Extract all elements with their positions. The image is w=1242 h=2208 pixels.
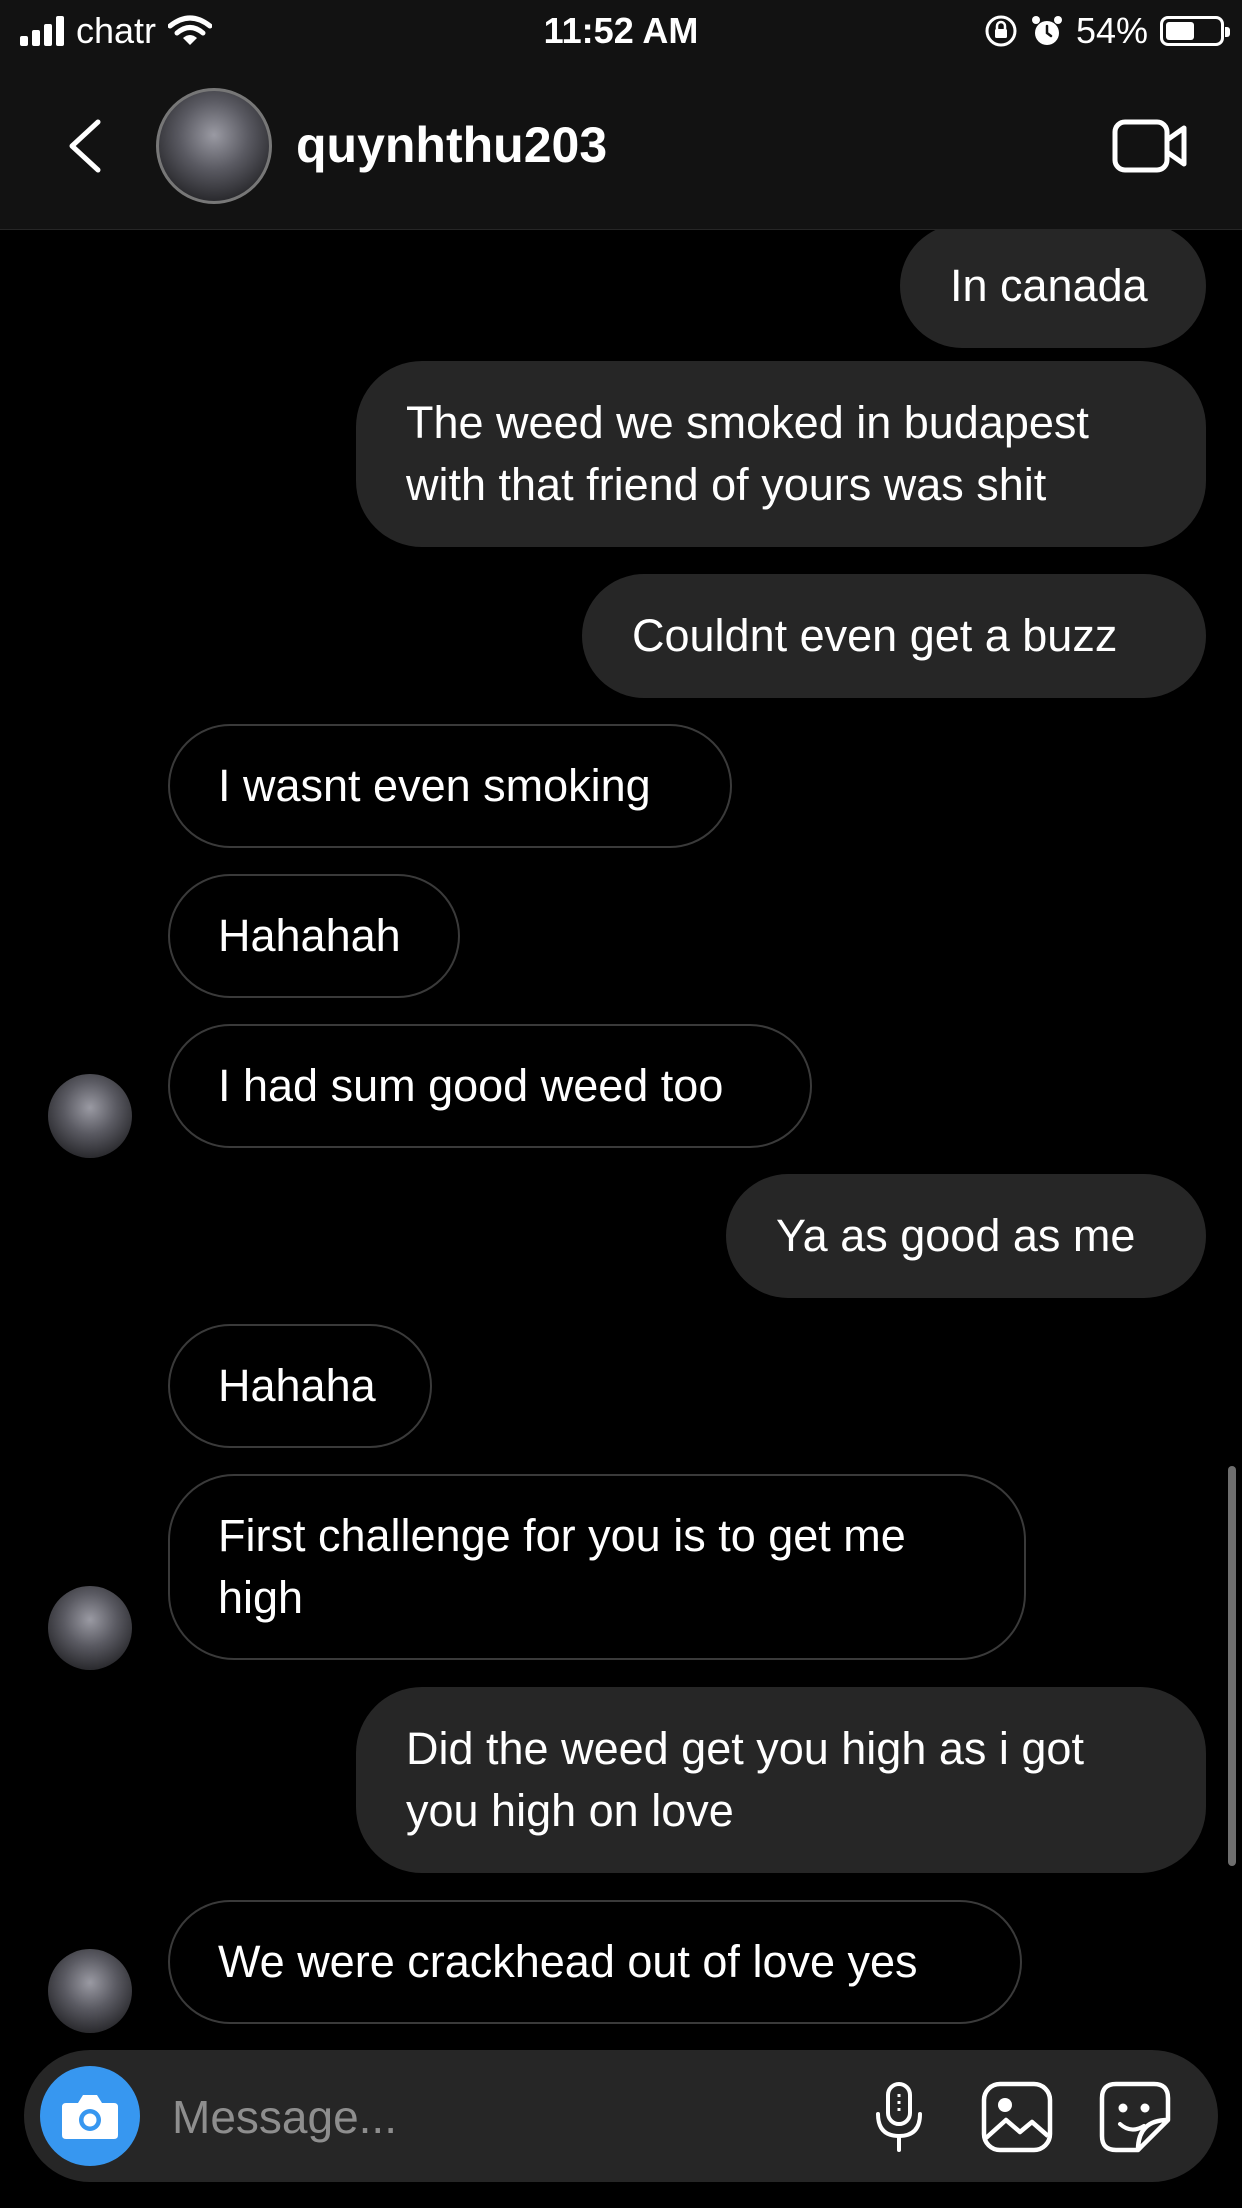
orientation-lock-icon [985,15,1017,47]
message-composer [24,2050,1218,2184]
camera-icon [62,2095,118,2139]
camera-button[interactable] [40,2066,140,2166]
message-bubble-received[interactable]: We were crackhead out of love yes [168,1900,1022,2024]
message-bubble-sent[interactable]: Couldnt even get a buzz [582,574,1206,698]
message-bubble-received[interactable]: Hahaha [168,1324,432,1448]
chat-header: quynhthu203 [0,62,1242,230]
microphone-icon[interactable] [862,2080,936,2154]
message-bubble-sent[interactable]: In canada [900,230,1206,348]
message-input[interactable] [170,2050,854,2184]
message-list[interactable]: In canada The weed we smoked in budapest… [0,230,1242,2050]
sender-avatar[interactable] [48,1586,132,1670]
sender-avatar[interactable] [48,1074,132,1158]
avatar[interactable] [156,88,272,204]
sticker-icon[interactable] [1098,2080,1172,2154]
scrollbar[interactable] [1228,1466,1236,1866]
message-bubble-sent[interactable]: Ya as good as me [726,1174,1206,1298]
gallery-icon[interactable] [980,2080,1054,2154]
back-icon[interactable] [56,114,116,178]
message-bubble-sent[interactable]: Did the weed get you high as i got you h… [356,1687,1206,1873]
message-bubble-received[interactable]: I had sum good weed too [168,1024,812,1148]
video-call-icon[interactable] [1112,114,1188,178]
message-bubble-received[interactable]: First challenge for you is to get me hig… [168,1474,1026,1660]
battery-percent: 54% [1075,10,1148,51]
message-bubble-received[interactable]: Hahahah [168,874,460,998]
status-bar: chatr 11:52 AM 54% [0,0,1242,62]
username[interactable]: quynhthu203 [296,116,607,174]
message-bubble-sent[interactable]: The weed we smoked in budapest with that… [356,361,1206,547]
alarm-icon [1031,16,1062,45]
battery-icon [1160,16,1230,46]
status-right: 54% [984,10,1230,52]
message-bubble-received[interactable]: I wasnt even smoking [168,724,732,848]
sender-avatar[interactable] [48,1949,132,2033]
battery-fill [1166,22,1194,40]
